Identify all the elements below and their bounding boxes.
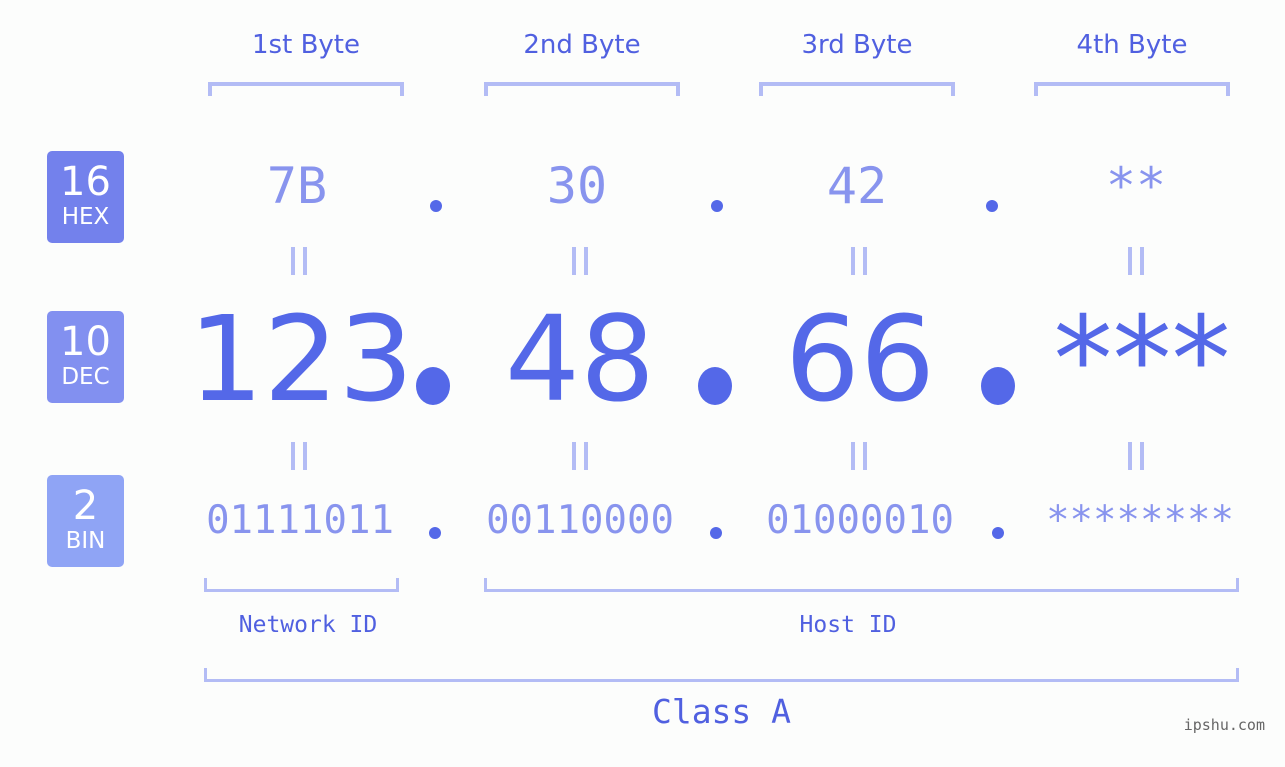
equals-icon	[1128, 442, 1145, 470]
dec-separator-dot	[698, 367, 732, 405]
dec-byte-1: 123	[188, 290, 414, 428]
byte-bracket-3	[759, 82, 955, 96]
hex-badge: 16 HEX	[47, 151, 124, 243]
dec-separator-dot	[416, 367, 450, 405]
hex-byte-3: 42	[826, 157, 888, 215]
byte-header-3: 3rd Byte	[801, 30, 913, 60]
byte-header-2: 2nd Byte	[523, 30, 641, 60]
hex-byte-4: **	[1105, 157, 1167, 215]
hex-separator-dot	[430, 200, 442, 212]
bin-byte-2: 00110000	[486, 498, 674, 543]
dec-byte-4: ***	[1053, 290, 1231, 428]
bin-byte-3: 01000010	[766, 498, 954, 543]
class-label: Class A	[651, 692, 792, 731]
hex-separator-dot	[986, 200, 998, 212]
bin-badge: 2 BIN	[47, 475, 124, 567]
network-id-label: Network ID	[238, 612, 378, 638]
byte-bracket-2	[484, 82, 680, 96]
class-bracket	[204, 668, 1239, 682]
hex-badge-label: HEX	[61, 204, 110, 230]
bin-separator-dot	[429, 527, 441, 539]
byte-bracket-4	[1034, 82, 1230, 96]
equals-icon	[572, 247, 589, 275]
dec-byte-3: 66	[784, 290, 936, 428]
hex-separator-dot	[711, 200, 723, 212]
bin-byte-4: ********	[1046, 498, 1234, 543]
bin-separator-dot	[710, 527, 722, 539]
host-id-label: Host ID	[799, 612, 897, 638]
byte-header-1: 1st Byte	[252, 30, 360, 60]
dec-separator-dot	[981, 367, 1015, 405]
hex-byte-2: 30	[546, 157, 608, 215]
equals-icon	[572, 442, 589, 470]
network-id-bracket	[204, 578, 399, 592]
bin-byte-1: 01111011	[206, 498, 394, 543]
host-id-bracket	[484, 578, 1239, 592]
hex-byte-1: 7B	[266, 157, 328, 215]
equals-icon	[851, 442, 868, 470]
byte-header-4: 4th Byte	[1076, 30, 1188, 60]
watermark: ipshu.com	[1183, 716, 1265, 734]
dec-badge-label: DEC	[61, 364, 110, 390]
dec-badge-number: 10	[60, 319, 111, 365]
bin-badge-number: 2	[72, 483, 99, 529]
dec-byte-2: 48	[504, 290, 656, 428]
equals-icon	[1128, 247, 1145, 275]
bin-separator-dot	[992, 527, 1004, 539]
bin-badge-label: BIN	[65, 528, 106, 554]
equals-icon	[851, 247, 868, 275]
hex-badge-number: 16	[60, 159, 111, 205]
byte-bracket-1	[208, 82, 404, 96]
equals-icon	[291, 442, 308, 470]
dec-badge: 10 DEC	[47, 311, 124, 403]
equals-icon	[291, 247, 308, 275]
